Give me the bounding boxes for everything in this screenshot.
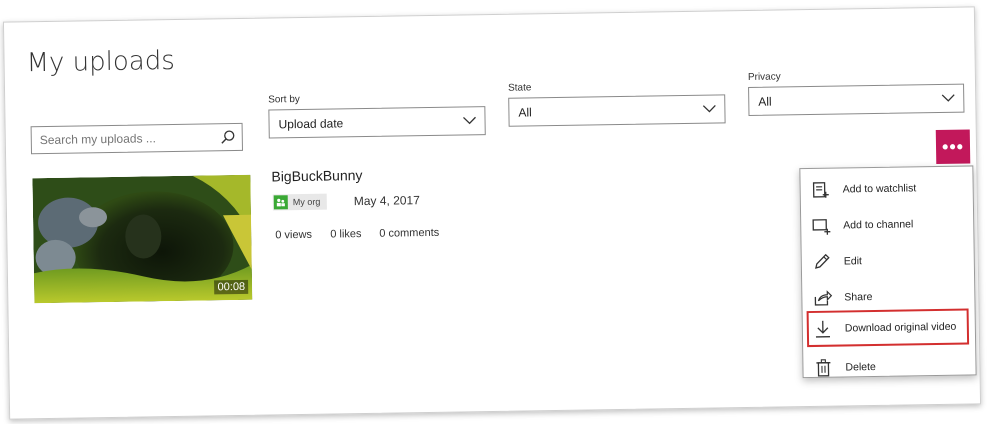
- video-thumbnail[interactable]: 00:08: [32, 174, 253, 304]
- chevron-down-icon: [941, 94, 955, 102]
- org-badge: My org: [272, 193, 327, 211]
- chevron-down-icon: [702, 105, 716, 113]
- channel-icon: [812, 219, 831, 235]
- privacy-value: All: [758, 94, 772, 109]
- menu-item-label: Share: [844, 291, 873, 304]
- sort-select[interactable]: Upload date: [268, 106, 486, 139]
- search-icon[interactable]: [220, 129, 236, 145]
- upload-date: May 4, 2017: [353, 193, 420, 209]
- more-options-menu: Add to watchlist Add to channel Edit Sha…: [799, 165, 977, 379]
- sort-label: Sort by: [268, 94, 300, 106]
- download-icon: [815, 320, 830, 338]
- share-icon: [814, 290, 833, 306]
- likes-count: 0 likes: [330, 228, 362, 241]
- screenshot-stage: My uploads Sort by Upload date State All: [0, 0, 989, 424]
- org-icon: [273, 195, 288, 210]
- page-title: My uploads: [26, 45, 175, 79]
- sort-value: Upload date: [278, 116, 344, 132]
- watchlist-icon: [812, 182, 829, 198]
- menu-item-label: Add to channel: [843, 218, 914, 232]
- views-count: 0 views: [275, 228, 313, 242]
- menu-item-add-to-watchlist[interactable]: Add to watchlist: [800, 170, 973, 207]
- menu-item-edit[interactable]: Edit: [802, 242, 975, 279]
- menu-item-download-original-video[interactable]: Download original video: [806, 308, 970, 348]
- pencil-icon: [815, 253, 830, 269]
- menu-item-label: Edit: [843, 255, 862, 268]
- menu-item-label: Delete: [845, 360, 876, 374]
- state-value: All: [518, 105, 532, 120]
- comments-count: 0 comments: [379, 226, 440, 240]
- search-input[interactable]: [31, 124, 218, 154]
- more-options-button[interactable]: •••: [935, 129, 971, 165]
- trash-icon: [816, 359, 831, 377]
- state-label: State: [507, 82, 532, 94]
- privacy-label: Privacy: [747, 71, 781, 83]
- org-label: My org: [292, 196, 321, 208]
- menu-item-add-to-channel[interactable]: Add to channel: [801, 206, 974, 243]
- menu-item-label: Download original video: [844, 320, 957, 335]
- state-select[interactable]: All: [508, 94, 726, 127]
- chevron-down-icon: [463, 116, 476, 125]
- menu-item-delete[interactable]: Delete: [803, 348, 976, 385]
- video-duration: 00:08: [214, 279, 249, 295]
- menu-item-label: Add to watchlist: [842, 182, 917, 196]
- search-box[interactable]: [30, 122, 243, 155]
- privacy-select[interactable]: All: [748, 83, 965, 116]
- video-title[interactable]: BigBuckBunny: [271, 167, 362, 184]
- uploads-panel: My uploads Sort by Upload date State All: [2, 6, 982, 420]
